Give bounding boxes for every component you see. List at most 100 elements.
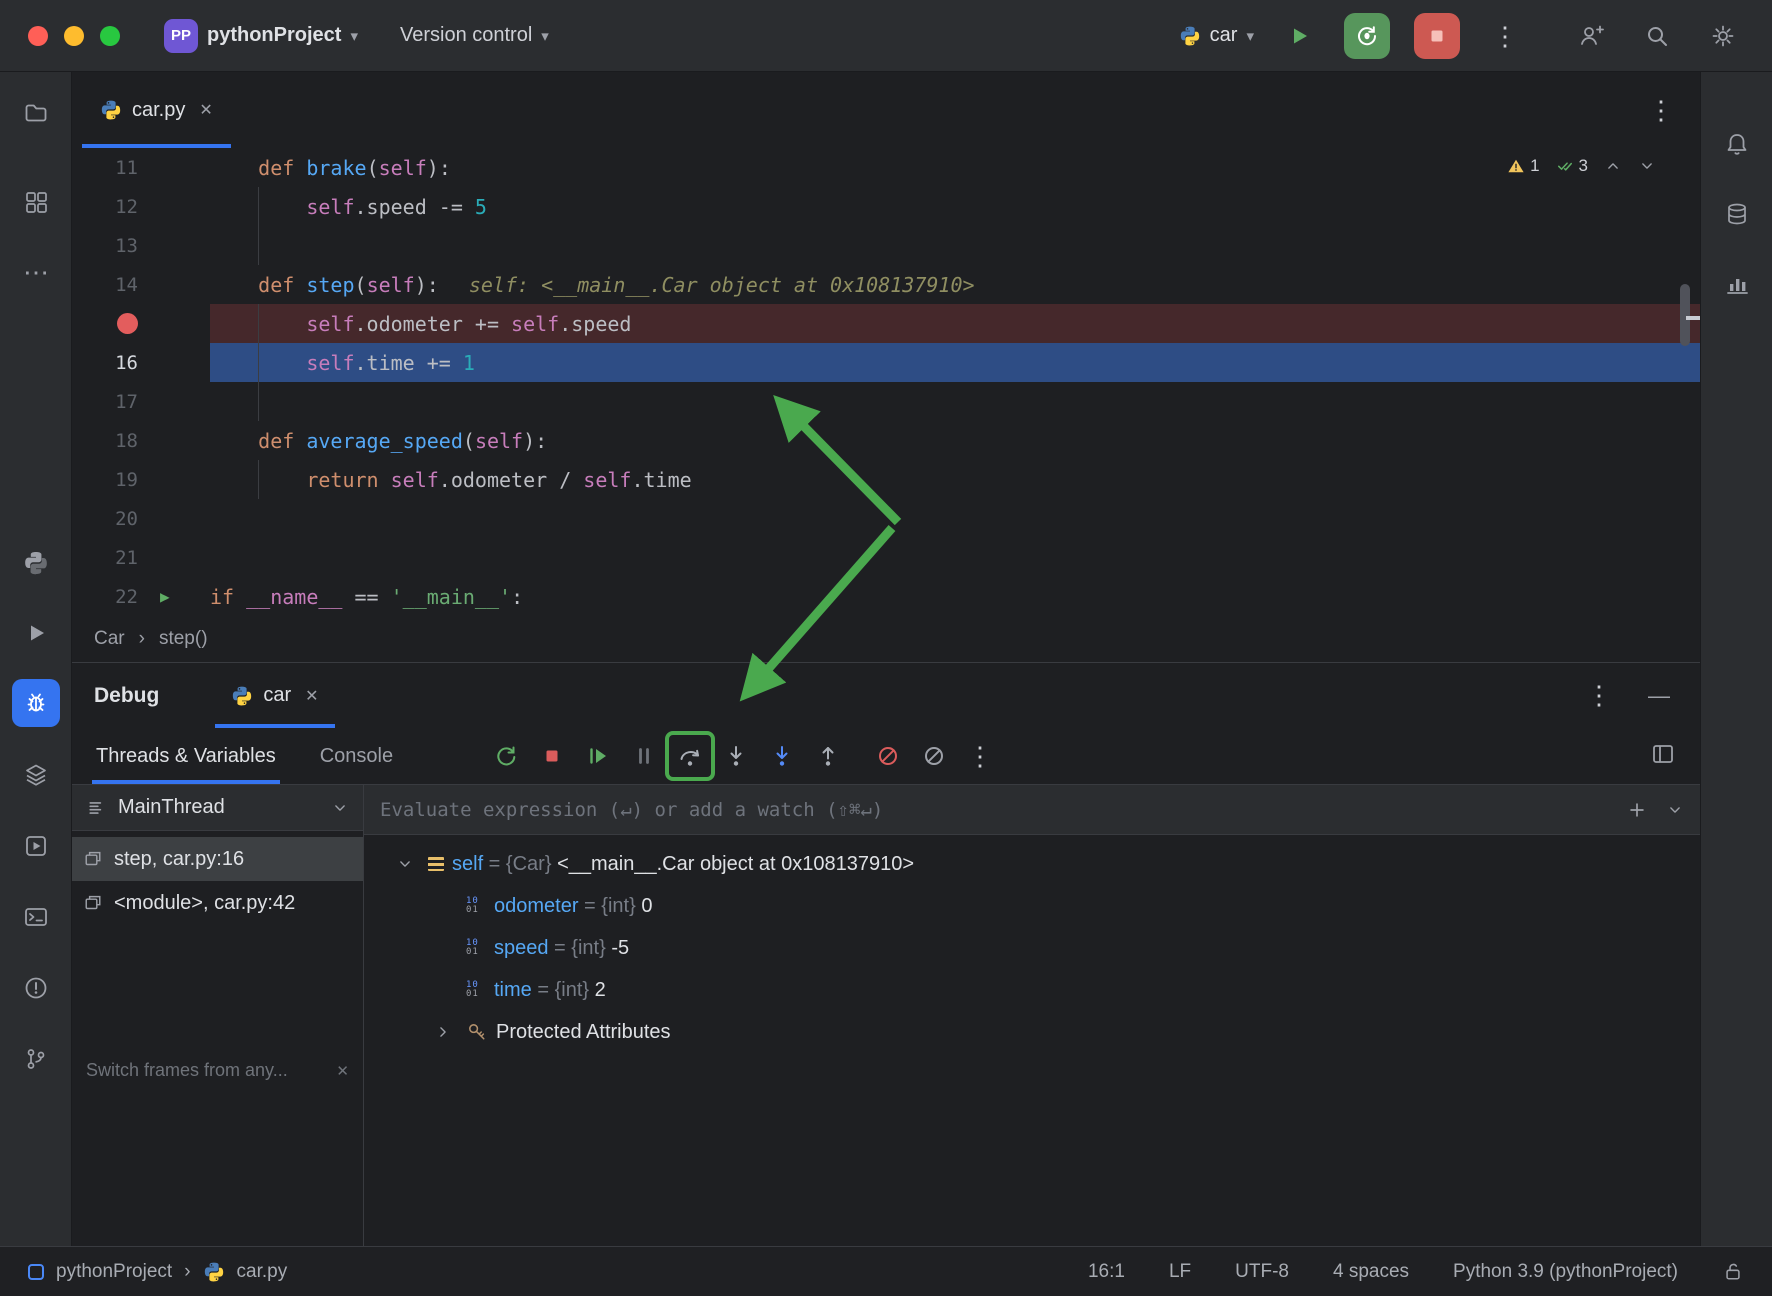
- resume-button[interactable]: [583, 741, 613, 771]
- code-line-14[interactable]: 14 def step(self):self: <__main__.Car ob…: [72, 265, 1700, 304]
- gutter[interactable]: 14: [72, 265, 210, 304]
- code-text[interactable]: return self.odometer / self.time: [210, 460, 1700, 499]
- debug-options-button[interactable]: ⋮: [1586, 682, 1612, 709]
- thread-selector[interactable]: MainThread: [72, 785, 363, 831]
- code-line-17[interactable]: 17: [72, 382, 1700, 421]
- session-close-icon[interactable]: ✕: [305, 686, 318, 706]
- rerun-debug-button[interactable]: [491, 741, 521, 771]
- gutter[interactable]: 21: [72, 538, 210, 577]
- code-text[interactable]: [210, 226, 1700, 265]
- breadcrumb-item-method[interactable]: step(): [159, 628, 208, 650]
- code-line-15[interactable]: self.odometer += self.speed: [72, 304, 1700, 343]
- run-button[interactable]: [1278, 15, 1320, 57]
- project-widget[interactable]: PP pythonProject ▾: [164, 19, 358, 53]
- stop-button[interactable]: [1414, 13, 1460, 59]
- inspections-widget[interactable]: 1 3: [1507, 156, 1656, 176]
- status-item[interactable]: LF: [1169, 1261, 1191, 1283]
- profiler-tool-button[interactable]: [1713, 260, 1761, 308]
- version-control-widget[interactable]: Version control ▾: [400, 24, 549, 47]
- code-text[interactable]: def step(self):self: <__main__.Car objec…: [210, 265, 1700, 304]
- code-line-22[interactable]: 22▶if __name__ == '__main__':: [72, 577, 1700, 616]
- code-text[interactable]: self.speed -= 5: [210, 187, 1700, 226]
- variable-row[interactable]: 1001odometer = {int} 0: [364, 885, 1700, 927]
- status-item[interactable]: 4 spaces: [1333, 1261, 1409, 1283]
- debug-button[interactable]: [1344, 13, 1390, 59]
- database-tool-button[interactable]: [1713, 190, 1761, 238]
- next-problem-chevron-icon[interactable]: [1638, 157, 1656, 175]
- python-packages-button[interactable]: [12, 539, 60, 587]
- gutter[interactable]: [72, 304, 210, 343]
- hide-panel-button[interactable]: —: [1648, 683, 1670, 709]
- code-text[interactable]: def average_speed(self):: [210, 421, 1700, 460]
- run-anything-button[interactable]: [12, 822, 60, 870]
- code-line-19[interactable]: 19 return self.odometer / self.time: [72, 460, 1700, 499]
- mute-breakpoints-button[interactable]: [919, 741, 949, 771]
- code-line-11[interactable]: 11 def brake(self):: [72, 148, 1700, 187]
- code-line-18[interactable]: 18 def average_speed(self):: [72, 421, 1700, 460]
- code-text[interactable]: if __name__ == '__main__':: [210, 577, 1700, 616]
- minimize-window-button[interactable]: [64, 26, 84, 46]
- checks-summary[interactable]: 3: [1556, 156, 1588, 176]
- breakpoint-dot[interactable]: [117, 313, 138, 334]
- stop-debug-button[interactable]: [537, 741, 567, 771]
- step-into-button[interactable]: [721, 741, 751, 771]
- editor-tab-car-py[interactable]: car.py ✕: [82, 72, 231, 148]
- code-text[interactable]: self.time += 1: [210, 343, 1700, 382]
- run-config-selector[interactable]: car ▾: [1179, 24, 1254, 47]
- gutter[interactable]: 19: [72, 460, 210, 499]
- gutter[interactable]: 18: [72, 421, 210, 460]
- tab-console[interactable]: Console: [320, 728, 393, 784]
- status-file-name[interactable]: car.py: [237, 1261, 288, 1283]
- tab-options-button[interactable]: ⋮: [1648, 97, 1674, 124]
- gutter[interactable]: 22▶: [72, 577, 210, 616]
- structure-tool-button[interactable]: [12, 178, 60, 226]
- editor-scrollbar-thumb[interactable]: [1680, 284, 1690, 346]
- prev-problem-chevron-icon[interactable]: [1604, 157, 1622, 175]
- pause-button[interactable]: [629, 741, 659, 771]
- status-item[interactable]: Python 3.9 (pythonProject): [1453, 1261, 1678, 1283]
- status-item[interactable]: 16:1: [1088, 1261, 1125, 1283]
- force-step-into-button[interactable]: [767, 741, 797, 771]
- version-control-tool-button[interactable]: [12, 1035, 60, 1083]
- warnings-summary[interactable]: 1: [1507, 156, 1539, 176]
- breadcrumb-item-class[interactable]: Car: [94, 628, 125, 650]
- frame-row[interactable]: step, car.py:16: [72, 837, 363, 881]
- status-item[interactable]: UTF-8: [1235, 1261, 1289, 1283]
- code-line-13[interactable]: 13: [72, 226, 1700, 265]
- close-window-button[interactable]: [28, 26, 48, 46]
- code-line-16[interactable]: 16 self.time += 1: [72, 343, 1700, 382]
- code-editor[interactable]: 11 def brake(self):12 self.speed -= 5131…: [72, 148, 1700, 616]
- evaluate-expression-input[interactable]: Evaluate expression (↵) or add a watch (…: [364, 785, 1700, 835]
- code-text[interactable]: [210, 538, 1700, 577]
- view-breakpoints-button[interactable]: [873, 741, 903, 771]
- variable-row[interactable]: 1001speed = {int} -5: [364, 927, 1700, 969]
- code-line-20[interactable]: 20: [72, 499, 1700, 538]
- gutter[interactable]: 11: [72, 148, 210, 187]
- project-tool-button[interactable]: [12, 88, 60, 136]
- status-project-name[interactable]: pythonProject: [56, 1261, 172, 1283]
- more-tool-windows-button[interactable]: ⋯: [12, 248, 60, 296]
- gutter[interactable]: 16: [72, 343, 210, 382]
- tab-close-icon[interactable]: ✕: [199, 100, 212, 120]
- chevron-down-icon[interactable]: [1666, 801, 1684, 819]
- add-watch-icon[interactable]: [1626, 799, 1648, 821]
- run-tool-button[interactable]: [12, 609, 60, 657]
- code-line-12[interactable]: 12 self.speed -= 5: [72, 187, 1700, 226]
- tab-threads-variables[interactable]: Threads & Variables: [96, 728, 276, 784]
- problems-tool-button[interactable]: [12, 964, 60, 1012]
- variable-row[interactable]: self = {Car} <__main__.Car object at 0x1…: [364, 843, 1700, 885]
- code-text[interactable]: [210, 499, 1700, 538]
- variable-row[interactable]: 1001time = {int} 2: [364, 969, 1700, 1011]
- titlebar-more-button[interactable]: ⋮: [1484, 15, 1526, 57]
- chevron-right-icon[interactable]: [434, 1023, 452, 1041]
- zoom-window-button[interactable]: [100, 26, 120, 46]
- gutter[interactable]: 13: [72, 226, 210, 265]
- step-over-button[interactable]: [675, 741, 705, 771]
- terminal-tool-button[interactable]: [12, 893, 60, 941]
- lock-icon[interactable]: [1722, 1261, 1744, 1283]
- variable-row[interactable]: Protected Attributes: [364, 1011, 1700, 1053]
- services-tool-button[interactable]: [12, 751, 60, 799]
- gutter[interactable]: 17: [72, 382, 210, 421]
- layout-settings-button[interactable]: [1650, 741, 1676, 772]
- banner-close-icon[interactable]: ✕: [336, 1062, 349, 1080]
